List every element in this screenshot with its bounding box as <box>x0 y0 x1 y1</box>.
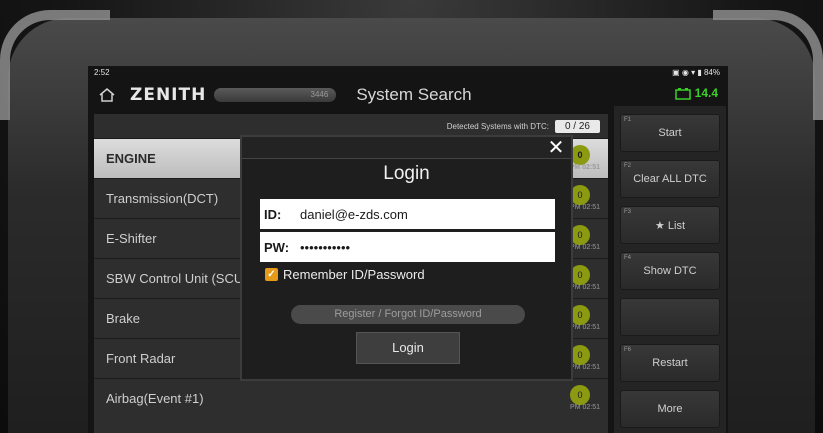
battery-percent: 84% <box>703 68 720 77</box>
remember-checkbox[interactable]: ✓ <box>265 268 278 281</box>
function-key-panel: F1 Start F2 Clear ALL DTC F3 ★ List F4 S… <box>614 106 726 433</box>
device-frame: 2:52 ▣ ◉ ▾ ▮ 84% ZENITH 3446 System Sear… <box>0 0 823 433</box>
system-name: Brake <box>106 311 140 326</box>
register-forgot-button[interactable]: Register / Forgot ID/Password <box>291 305 525 324</box>
remember-option[interactable]: ✓ Remember ID/Password <box>265 267 425 282</box>
start-button[interactable]: F1 Start <box>620 114 720 152</box>
login-dialog: ✕ Login ID: daniel@e-zds.com PW: •••••••… <box>240 135 573 381</box>
show-dtc-button[interactable]: F4 Show DTC <box>620 252 720 290</box>
system-name: Transmission(DCT) <box>106 191 219 206</box>
button-label: More <box>657 403 683 415</box>
button-label: ★ List <box>654 219 686 232</box>
password-field[interactable]: PW: ••••••••••• <box>260 232 555 262</box>
brand-logo: ZENITH <box>130 85 207 105</box>
car-battery-icon <box>674 87 691 100</box>
fkey-label: F4 <box>624 255 632 261</box>
password-input[interactable]: ••••••••••• <box>300 240 555 255</box>
empty-function-button[interactable] <box>620 298 720 336</box>
button-label: Start <box>658 127 682 139</box>
login-button[interactable]: Login <box>356 332 460 364</box>
fkey-label: F3 <box>624 209 632 215</box>
pw-label: PW: <box>264 239 290 255</box>
bumper-right <box>713 10 823 120</box>
fkey-label: F2 <box>624 163 632 169</box>
dialog-header: ✕ <box>242 137 571 159</box>
fkey-label: F1 <box>624 117 632 123</box>
restart-button[interactable]: F6 Restart <box>620 344 720 382</box>
button-label: Show DTC <box>643 265 697 277</box>
system-name: E-Shifter <box>106 231 157 246</box>
status-time: 2:52 <box>94 68 110 77</box>
list-item[interactable]: Airbag(Event #1) 0 PM 02:51 <box>94 378 608 418</box>
detected-count: 0 / 26 <box>554 119 600 133</box>
button-label: Clear ALL DTC <box>633 173 707 185</box>
voltage-indicator: 14.4 <box>674 86 718 100</box>
favorite-list-button[interactable]: F3 ★ List <box>620 206 720 244</box>
system-name: Front Radar <box>106 351 176 366</box>
close-icon[interactable]: ✕ <box>545 137 567 159</box>
button-label: Restart <box>652 357 688 369</box>
system-name: Airbag(Event #1) <box>106 391 204 406</box>
remember-label: Remember ID/Password <box>283 267 425 282</box>
id-label: ID: <box>264 206 282 222</box>
voltage-value: 14.4 <box>694 86 718 100</box>
system-name: ENGINE <box>106 151 156 166</box>
row-time: PM 02:51 <box>570 404 600 411</box>
detected-label: Detected Systems with DTC: <box>446 121 549 131</box>
fkey-label: F6 <box>624 347 632 353</box>
system-name: SBW Control Unit (SCU <box>106 271 244 286</box>
clear-all-dtc-button[interactable]: F2 Clear ALL DTC <box>620 160 720 198</box>
id-input[interactable]: daniel@e-zds.com <box>300 207 555 222</box>
page-title: System Search <box>356 85 472 104</box>
status-bar: 2:52 ▣ ◉ ▾ ▮ 84% <box>88 66 728 80</box>
more-button[interactable]: More <box>620 390 720 428</box>
id-field[interactable]: ID: daniel@e-zds.com <box>260 199 555 229</box>
home-icon[interactable] <box>96 84 118 106</box>
dialog-title: Login <box>383 163 430 184</box>
vin-bar: 3446 <box>214 88 337 102</box>
status-icons: ▣ ◉ ▾ ▮ 84% <box>672 68 720 77</box>
